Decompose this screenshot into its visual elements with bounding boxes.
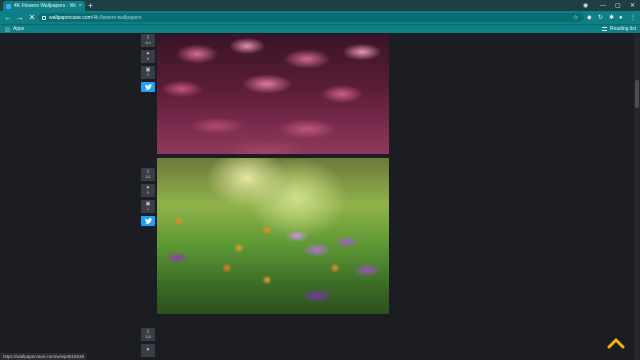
download-button[interactable]: ⇩ 118	[141, 328, 155, 341]
comment-count: 1	[147, 207, 149, 211]
download-count: 111	[145, 175, 151, 179]
tab-strip: 4K Flowers Wallpapers - Wallpa... × + ◉ …	[0, 0, 640, 11]
wallpaper-actions: ⇩ 118 ♥	[141, 328, 155, 357]
heart-icon: ♥	[146, 347, 150, 353]
wallpaper-image-pink-flowers[interactable]	[157, 34, 389, 154]
maximize-icon[interactable]: ▢	[615, 0, 621, 11]
site-favicon-icon	[6, 3, 11, 9]
wallpaper-actions: ⇩ 114 ♥ 8 ▣ 0	[141, 34, 155, 92]
wallpaper-image-garden-flowers[interactable]	[157, 158, 389, 314]
comment-button[interactable]: ▣ 0	[141, 66, 155, 79]
tab-title: 4K Flowers Wallpapers - Wallpa...	[14, 3, 77, 9]
minimize-icon[interactable]: —	[600, 0, 606, 11]
profile-avatar[interactable]: ●	[619, 12, 623, 23]
new-tab-button[interactable]: +	[88, 1, 93, 10]
tab-active[interactable]: 4K Flowers Wallpapers - Wallpa... ×	[3, 1, 85, 11]
like-count: 0	[147, 191, 149, 195]
reading-list-icon	[601, 27, 607, 31]
bookmark-apps-label: Apps	[13, 26, 25, 32]
forward-icon[interactable]: →	[14, 11, 26, 24]
twitter-bird-icon	[144, 84, 152, 90]
twitter-bird-icon	[144, 218, 152, 224]
window-close-icon[interactable]: ✕	[630, 0, 635, 11]
comment-count: 0	[147, 73, 149, 77]
download-button[interactable]: ⇩ 114	[141, 34, 155, 47]
address-bar[interactable]: wallpapercave.com /4k-flowers-wallpapers	[38, 13, 584, 22]
bookmark-star-icon[interactable]: ☆	[573, 12, 578, 23]
tab-close-icon[interactable]: ×	[78, 3, 82, 9]
scroll-to-top-chevron-icon[interactable]	[607, 336, 625, 350]
extensions-puzzle-icon[interactable]: ✱	[609, 12, 614, 23]
download-count: 118	[145, 335, 151, 339]
lock-icon[interactable]	[42, 15, 46, 20]
back-icon[interactable]: ←	[2, 11, 14, 24]
reading-list-button[interactable]: Reading list	[601, 26, 636, 32]
like-button[interactable]: ♥	[141, 344, 155, 357]
stop-loading-icon[interactable]: ✕	[26, 11, 38, 24]
download-button[interactable]: ⇩ 111	[141, 168, 155, 181]
scrollbar-thumb[interactable]	[635, 80, 639, 108]
tab-search-icon[interactable]: ◉	[583, 0, 588, 11]
twitter-share-button[interactable]	[141, 216, 155, 226]
like-button[interactable]: ♥ 8	[141, 50, 155, 63]
comment-button[interactable]: ▣ 1	[141, 200, 155, 213]
bookmark-apps[interactable]: Apps	[5, 26, 24, 32]
extension-icon-2[interactable]: ↻	[598, 12, 603, 23]
extension-icon[interactable]: ◆	[587, 12, 592, 23]
reading-list-label: Reading list	[609, 26, 636, 32]
download-count: 114	[145, 41, 151, 45]
like-count: 8	[147, 57, 149, 61]
apps-grid-icon	[5, 26, 10, 32]
status-link-preview: https://wallpapercave.com/w/wp4515639	[0, 353, 88, 360]
bookmarks-bar: Apps Reading list	[0, 24, 640, 33]
like-button[interactable]: ♥ 0	[141, 184, 155, 197]
url-host: wallpapercave.com	[49, 14, 92, 21]
menu-kebab-icon[interactable]: ⋮	[630, 12, 636, 23]
url-path: /4k-flowers-wallpapers	[91, 14, 142, 21]
wallpaper-actions: ⇩ 111 ♥ 0 ▣ 1	[141, 168, 155, 226]
twitter-share-button[interactable]	[141, 82, 155, 92]
